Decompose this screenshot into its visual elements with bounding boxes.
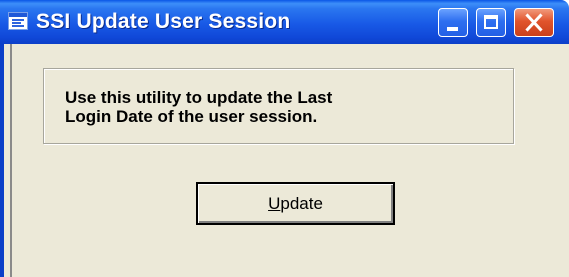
close-button[interactable] bbox=[514, 8, 554, 37]
minimize-button[interactable] bbox=[438, 8, 468, 37]
app-window-icon[interactable] bbox=[8, 12, 28, 30]
window-title: SSI Update User Session bbox=[36, 10, 291, 33]
title-bar[interactable]: SSI Update User Session bbox=[0, 0, 569, 44]
maximize-icon bbox=[484, 15, 498, 29]
app-window: SSI Update User Session Use this utility… bbox=[0, 0, 569, 277]
close-icon bbox=[525, 13, 543, 32]
info-text: Use this utility to update the Last Logi… bbox=[65, 88, 333, 126]
dialog-body: Use this utility to update the Last Logi… bbox=[10, 44, 569, 277]
info-panel: Use this utility to update the Last Logi… bbox=[43, 68, 514, 144]
minimize-icon bbox=[447, 27, 458, 31]
update-button[interactable]: Update bbox=[196, 182, 395, 225]
window-client-area: Use this utility to update the Last Logi… bbox=[0, 44, 569, 277]
update-button-label: pdate bbox=[280, 193, 323, 213]
update-button-mnemonic: U bbox=[268, 193, 281, 213]
maximize-button[interactable] bbox=[476, 8, 506, 37]
